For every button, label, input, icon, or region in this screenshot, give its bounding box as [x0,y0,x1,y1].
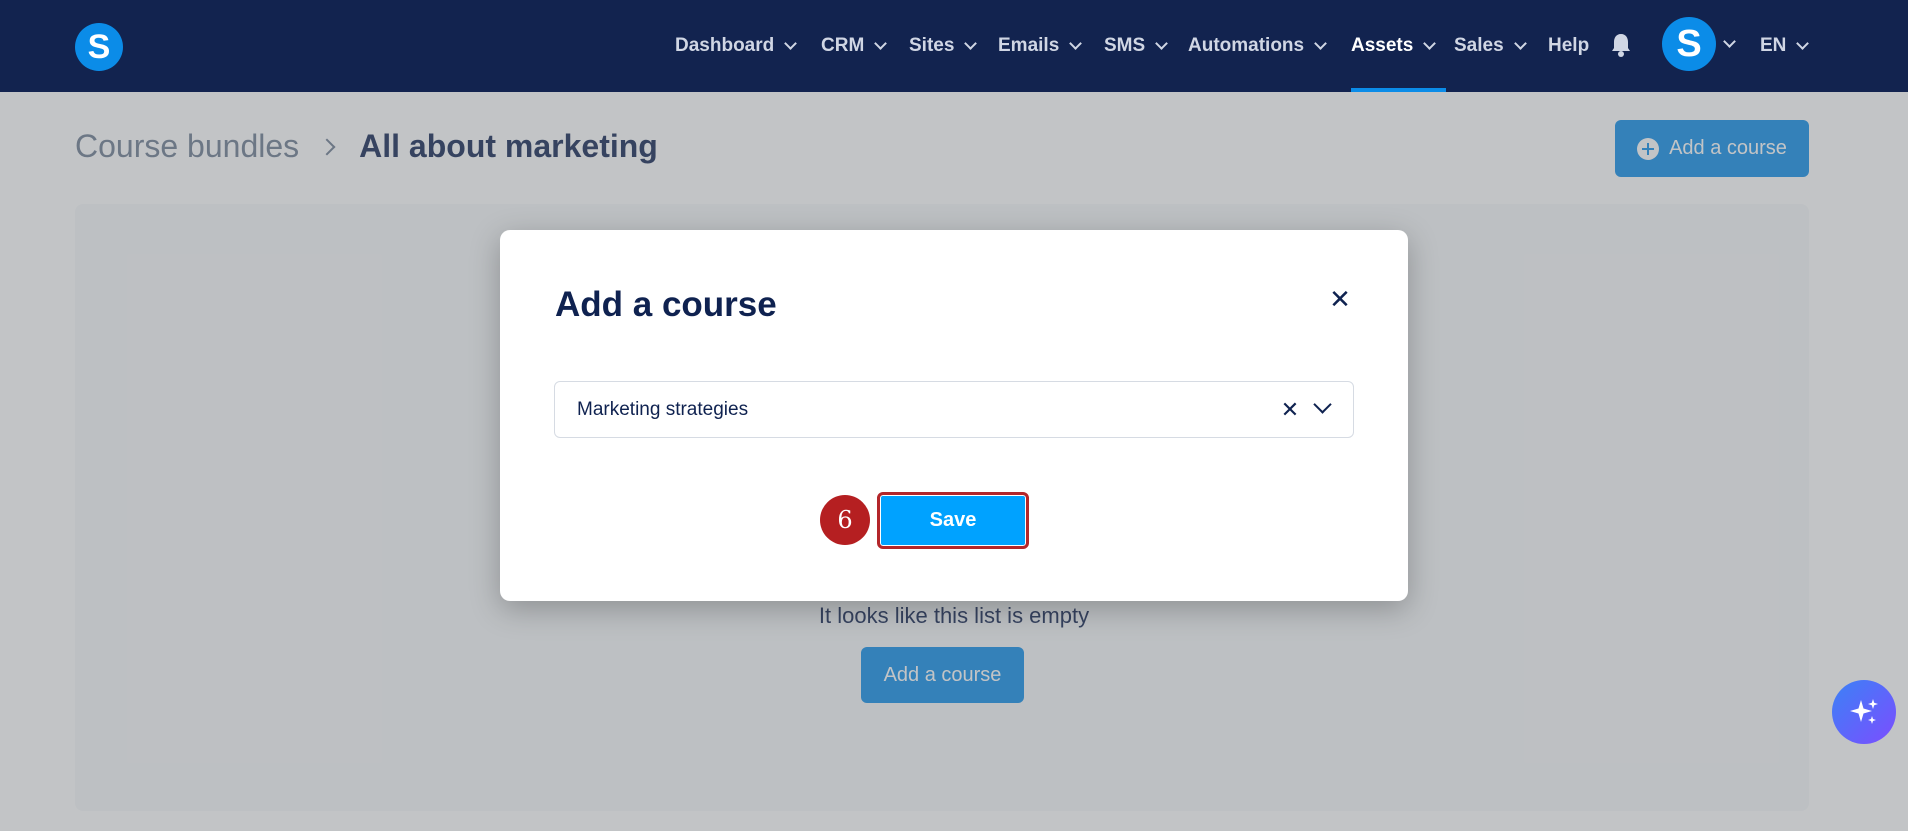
nav-sales-label: Sales [1454,35,1504,56]
nav-emails-label: Emails [998,35,1060,56]
nav-emails[interactable]: Emails [998,0,1083,92]
nav-sms-label: SMS [1104,35,1146,56]
nav-dashboard-label: Dashboard [675,35,775,56]
chevron-down-icon [1796,37,1810,50]
nav-help[interactable]: Help [1548,0,1589,92]
course-select[interactable]: Marketing strategies ✕ [554,381,1354,438]
nav-sales[interactable]: Sales [1454,0,1527,92]
chevron-down-icon [1423,37,1437,50]
save-button[interactable]: Save [877,492,1029,549]
nav-help-label: Help [1548,35,1590,56]
chevron-down-icon [964,37,978,50]
add-course-modal: Add a course ✕ Marketing strategies ✕ 6 … [500,230,1408,601]
chevron-down-icon [1314,37,1327,50]
main-nav: S Dashboard CRM Sites Emails SMS Automat… [0,0,1908,92]
nav-sites[interactable]: Sites [909,0,978,92]
nav-assets-label: Assets [1351,35,1414,56]
modal-title: Add a course [555,285,777,324]
course-select-value: Marketing strategies [577,398,749,420]
chevron-down-icon[interactable] [1313,395,1332,414]
nav-assets[interactable]: Assets [1351,0,1447,92]
step-number-badge: 6 [820,495,870,545]
nav-sms[interactable]: SMS [1104,0,1169,92]
app-logo[interactable]: S [75,23,123,71]
nav-sites-label: Sites [909,35,955,56]
bell-icon[interactable] [1610,32,1632,58]
nav-crm-label: CRM [821,35,865,56]
user-avatar[interactable]: S [1662,17,1716,71]
nav-crm[interactable]: CRM [821,0,888,92]
language-label: EN [1760,35,1787,56]
chevron-down-icon [784,37,798,50]
close-icon[interactable]: ✕ [1326,284,1354,314]
chevron-down-icon [1155,37,1169,50]
chevron-down-icon [874,37,888,50]
nav-automations-label: Automations [1188,35,1305,56]
chevron-down-icon [1069,37,1083,50]
sparkles-icon [1850,699,1878,724]
chevron-down-icon[interactable] [1723,35,1736,48]
nav-automations[interactable]: Automations [1188,0,1327,92]
language-selector[interactable]: EN [1760,0,1810,92]
clear-icon[interactable]: ✕ [1279,397,1301,422]
chevron-down-icon [1513,37,1527,50]
ai-assistant-button[interactable] [1832,680,1896,744]
nav-dashboard[interactable]: Dashboard [675,0,798,92]
